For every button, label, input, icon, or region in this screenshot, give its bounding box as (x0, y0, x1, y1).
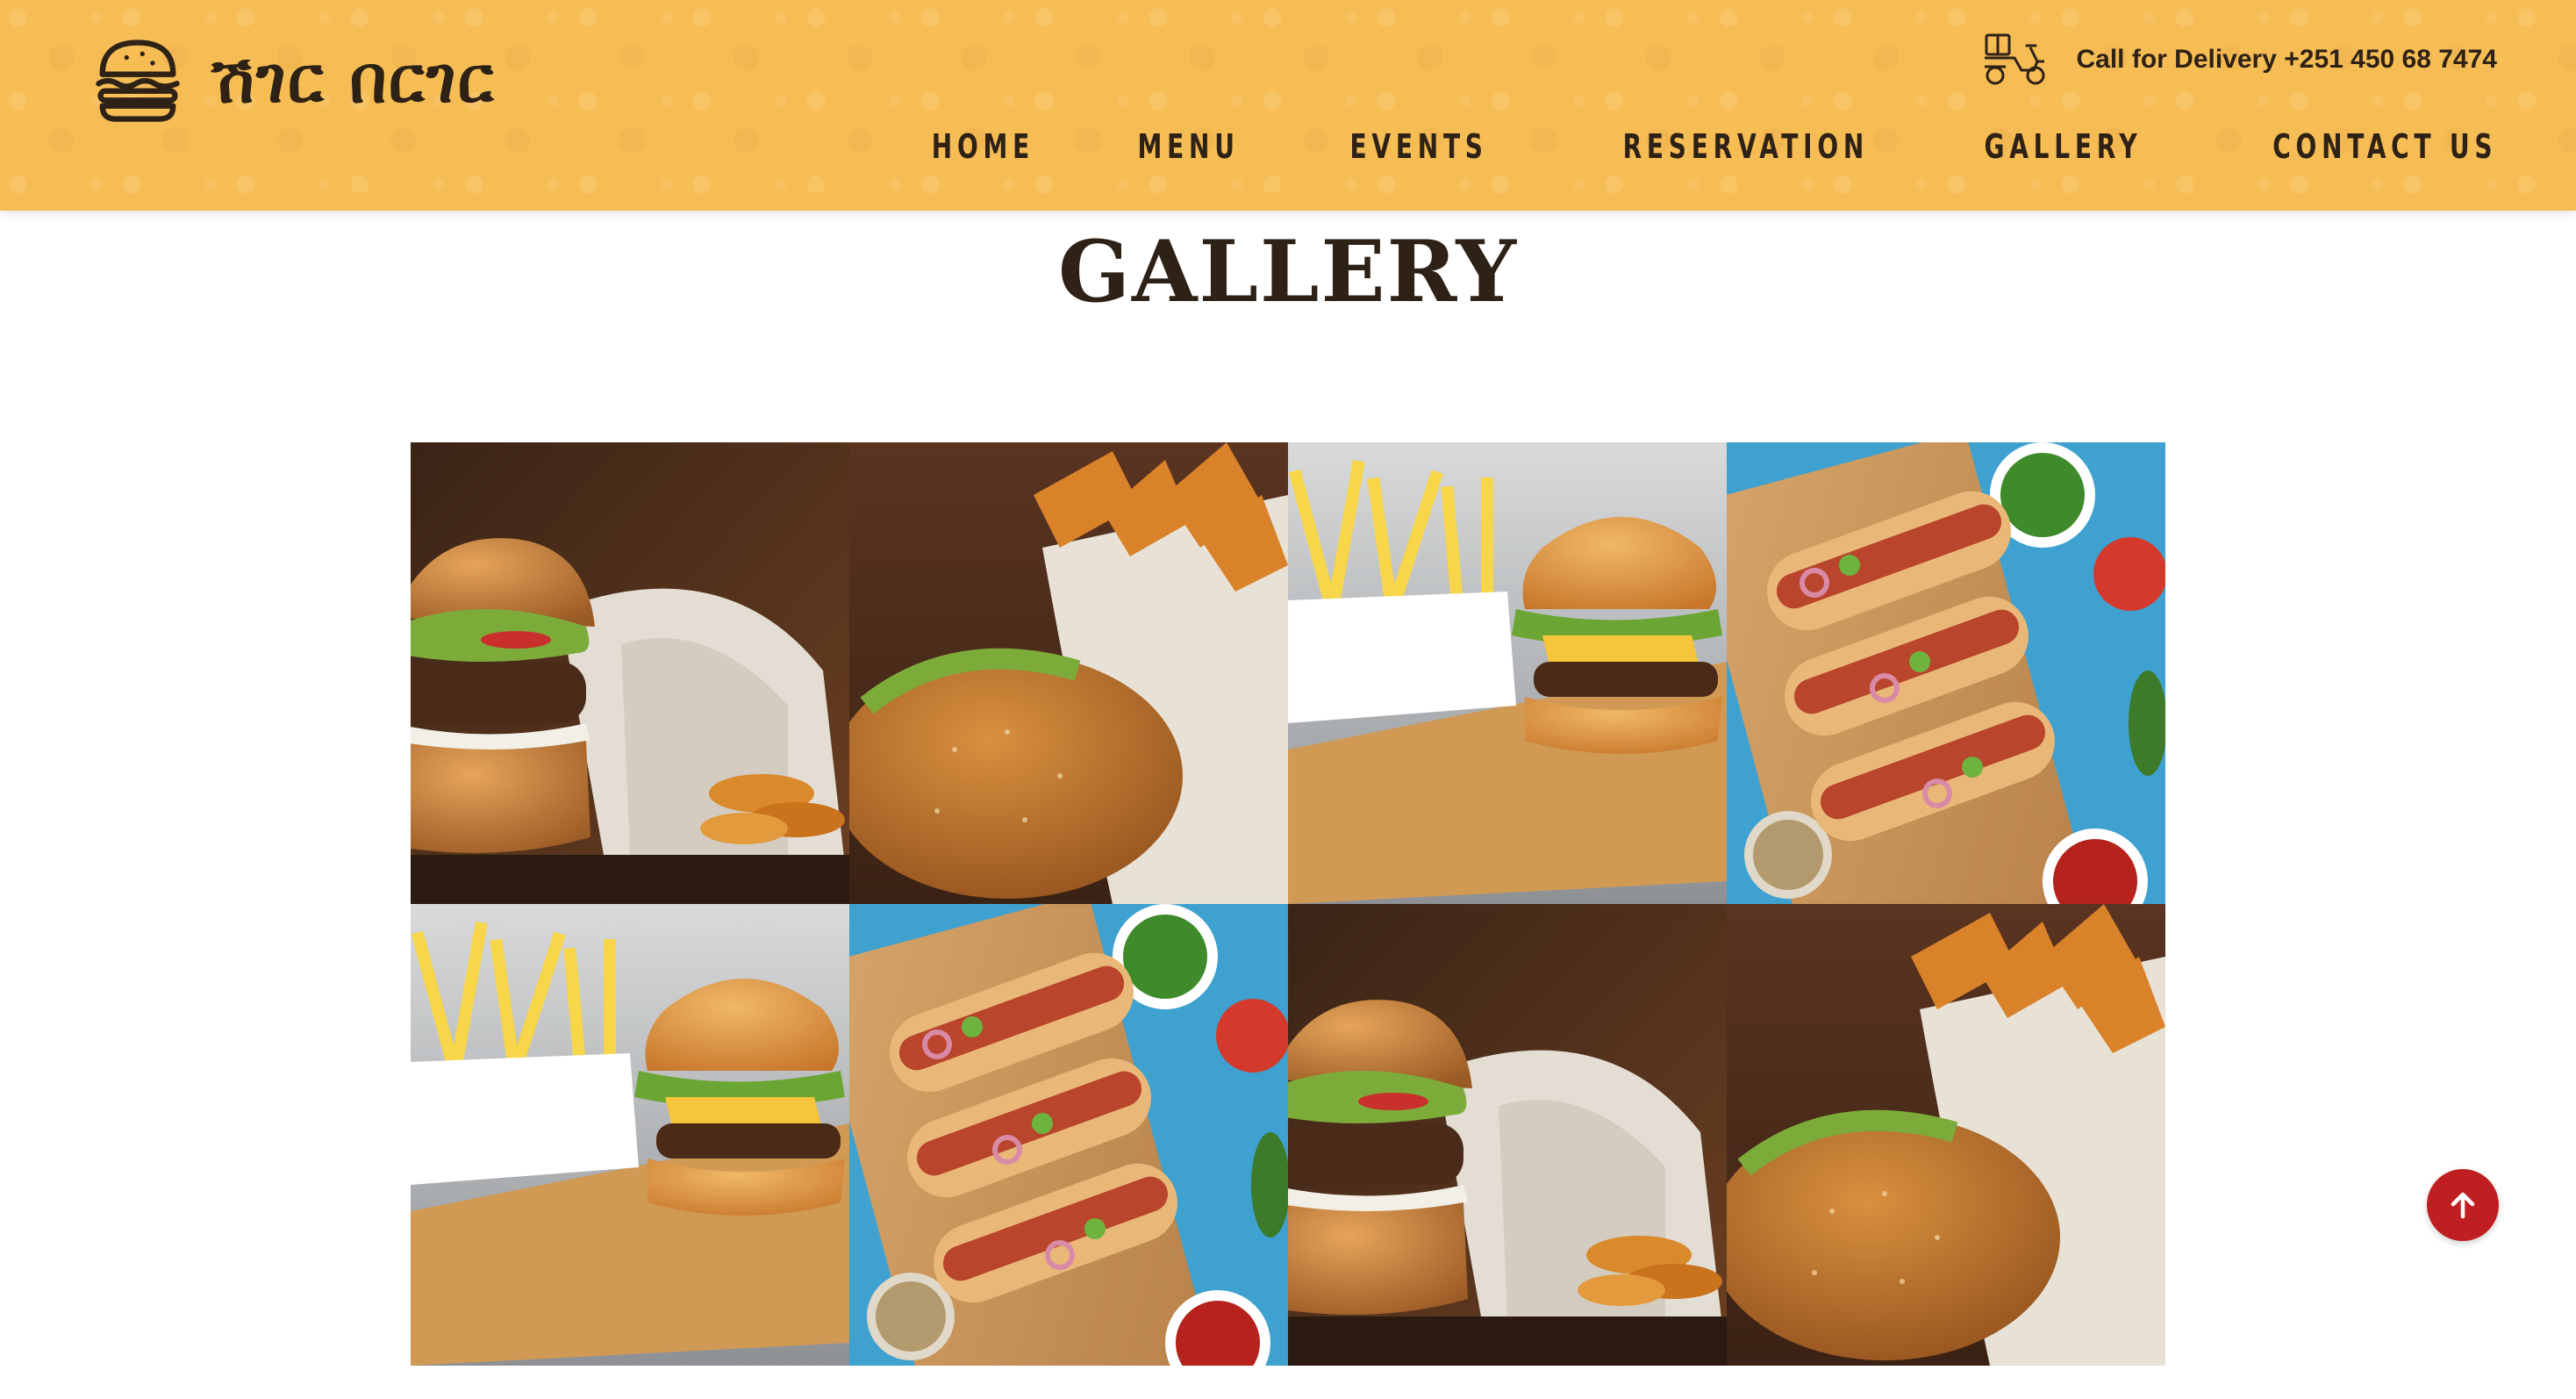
arrow-up-icon (2451, 1192, 2475, 1219)
nav-gallery[interactable]: GALLERY (1985, 127, 2143, 166)
nav-events[interactable]: EVENTS (1350, 127, 1488, 166)
gallery-image-burger-fries-paper[interactable] (849, 442, 1288, 904)
gallery-image-burger-wedges-2[interactable] (1288, 904, 1727, 1366)
site-header: ሽገር በርገር Call for Delivery +251 450 68 7… (0, 0, 2576, 211)
gallery-image-cheeseburger-fries-2[interactable] (411, 904, 849, 1366)
brand-name: ሽገር በርገር (211, 42, 496, 118)
delivery-info[interactable]: Call for Delivery +251 450 68 7474 (1979, 32, 2497, 88)
gallery-image-hot-dogs[interactable] (1727, 442, 2165, 904)
page-title: GALLERY (1058, 222, 1518, 321)
nav-reservation[interactable]: RESERVATION (1623, 127, 1870, 166)
delivery-scooter-icon (1985, 33, 2045, 85)
main-nav: HOME MENU EVENTS RESERVATION GALLERY CON… (909, 123, 2497, 170)
brand-logo[interactable]: ሽገር በርገር (91, 32, 495, 128)
nav-menu[interactable]: MENU (1137, 127, 1239, 166)
delivery-phone: Call for Delivery +251 450 68 7474 (2076, 45, 2497, 74)
nav-home[interactable]: HOME (931, 127, 1034, 166)
nav-contact-us[interactable]: CONTACT US (2272, 127, 2497, 166)
gallery-image-burger-wedges[interactable] (411, 442, 849, 904)
burger-icon (96, 39, 180, 122)
gallery-grid (411, 442, 2165, 1366)
scroll-to-top-button[interactable] (2427, 1169, 2499, 1241)
gallery-image-burger-fries-paper-2[interactable] (1727, 904, 2165, 1366)
gallery-image-cheeseburger-fries[interactable] (1288, 442, 1727, 904)
gallery-image-hot-dogs-2[interactable] (849, 904, 1288, 1366)
